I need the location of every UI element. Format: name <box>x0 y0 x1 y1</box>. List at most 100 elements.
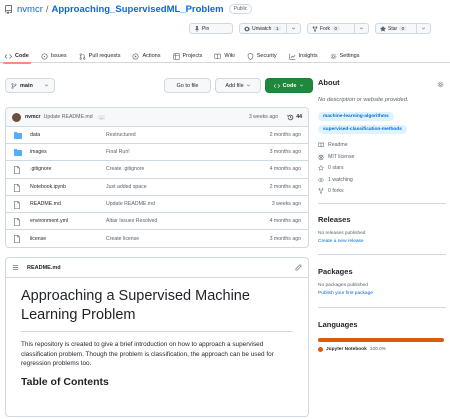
tab-wiki[interactable]: Wiki <box>214 50 235 63</box>
repo-tabs: Code Issues Pull requests Actions Projec… <box>0 50 450 64</box>
add-file-button[interactable]: Add file <box>215 78 261 93</box>
code-toolbar: main Go to file Add file Code <box>5 78 313 95</box>
repo-title: nvmcr / Approaching_SupervisedML_Problem… <box>4 2 253 16</box>
meta-label: 1 watching <box>328 176 353 183</box>
tab-pull-requests[interactable]: Pull requests <box>79 50 121 63</box>
unwatch-button[interactable]: Unwatch 1 <box>239 23 301 34</box>
tab-wiki-label: Wiki <box>224 53 235 59</box>
fork-button[interactable]: Fork 0 <box>307 23 369 34</box>
pull-request-icon <box>79 52 86 60</box>
law-icon <box>318 154 324 160</box>
tab-code[interactable]: Code <box>3 50 31 64</box>
topic-tag[interactable]: supervised-classification-methods <box>318 125 407 134</box>
language-name: Jupyter Notebook <box>326 347 367 352</box>
commit-message[interactable]: Update README.md <box>44 114 93 120</box>
file-row[interactable]: environment.yml Altair Issues Resolved 4… <box>6 213 308 231</box>
unwatch-dropdown[interactable] <box>286 24 300 33</box>
fork-label: Fork <box>320 25 330 32</box>
gear-icon[interactable] <box>437 81 444 88</box>
pin-button[interactable]: Pin <box>189 23 233 34</box>
file-commit-time: 2 months ago <box>269 132 301 139</box>
file-row[interactable]: README.md Update README.md 3 weeks ago <box>6 196 308 213</box>
repo-icon <box>4 4 13 14</box>
language-color-dot <box>318 347 323 352</box>
tab-settings[interactable]: Settings <box>330 50 360 63</box>
repo-header: nvmcr / Approaching_SupervisedML_Problem… <box>0 0 450 44</box>
folder-icon <box>14 149 22 157</box>
packages-section: Packages No packages published Publish y… <box>318 267 446 296</box>
repo-owner-link[interactable]: nvmcr <box>17 4 43 15</box>
tab-issues-label: Issues <box>50 53 67 59</box>
file-icon <box>14 166 20 175</box>
file-commit-message[interactable]: Update README.md <box>106 201 155 207</box>
tab-code-label: Code <box>15 53 29 59</box>
gear-icon <box>330 53 337 60</box>
pin-label: Pin <box>202 25 210 32</box>
table-icon <box>172 52 180 60</box>
file-row[interactable]: images Final Run! 3 months ago <box>6 144 308 162</box>
file-row[interactable]: .gitignore Create .gitignore 4 months ag… <box>6 161 308 179</box>
tab-projects[interactable]: Projects <box>172 50 202 63</box>
sidebar-divider <box>318 203 446 204</box>
list-icon[interactable] <box>12 264 19 271</box>
file-row[interactable]: data Restructured 2 months ago <box>6 127 308 145</box>
meta-label: 0 forks <box>328 188 344 194</box>
avatar[interactable] <box>12 112 21 122</box>
license-link[interactable]: MIT license <box>318 154 446 160</box>
tab-pull-requests-label: Pull requests <box>88 53 121 59</box>
meta-label: MIT license <box>328 153 355 160</box>
file-commit-message[interactable]: Just added space <box>106 184 147 190</box>
file-row[interactable]: Notebook.ipynb Just added space 2 months… <box>6 179 308 196</box>
go-to-file-button[interactable]: Go to file <box>164 78 211 93</box>
file-commit-message[interactable]: Final Run! <box>106 149 130 155</box>
tab-issues[interactable]: Issues <box>41 50 67 63</box>
commit-expand-button[interactable]: ... <box>97 114 106 120</box>
file-name[interactable]: environment.yml <box>30 218 68 224</box>
code-icon <box>5 53 12 60</box>
file-commit-message[interactable]: Restructured <box>106 132 136 138</box>
file-commit-time: 4 months ago <box>269 218 301 225</box>
file-table: nvmcr Update README.md ... 3 weeks ago 4… <box>5 107 309 249</box>
topic-tag[interactable]: machine-learning-algorithms <box>318 112 394 121</box>
releases-empty-text: No releases published <box>318 231 366 236</box>
tab-insights[interactable]: Insights <box>288 50 318 63</box>
commit-author[interactable]: nvmcr <box>25 114 41 120</box>
file-name[interactable]: images <box>30 149 47 155</box>
star-dropdown[interactable] <box>416 24 430 33</box>
tab-settings-label: Settings <box>339 53 360 59</box>
repo-name-link[interactable]: Approaching_SupervisedML_Problem <box>52 4 224 15</box>
star-button[interactable]: Star 0 <box>375 23 431 34</box>
commit-history-link[interactable]: 44 <box>287 114 302 121</box>
pin-icon <box>194 25 200 32</box>
code-dropdown-button[interactable]: Code <box>265 78 313 93</box>
file-icon <box>14 235 20 244</box>
file-row[interactable]: license Create license 3 months ago <box>6 230 308 247</box>
tab-security[interactable]: Security <box>247 50 277 63</box>
branch-selector[interactable]: main <box>5 78 55 93</box>
tab-actions[interactable]: Actions <box>132 50 161 63</box>
file-name[interactable]: Notebook.ipynb <box>30 184 66 190</box>
releases-heading[interactable]: Releases <box>318 215 446 224</box>
book-icon <box>318 142 324 148</box>
book-icon <box>214 53 222 60</box>
file-name[interactable]: README.md <box>30 201 61 207</box>
language-item[interactable]: Jupyter Notebook 100.0% <box>318 347 446 352</box>
file-name[interactable]: .gitignore <box>30 166 51 172</box>
packages-heading[interactable]: Packages <box>318 267 446 276</box>
fork-dropdown[interactable] <box>354 24 368 33</box>
watchers-link[interactable]: 1 watching <box>318 177 446 183</box>
publish-package-link[interactable]: Publish your first package <box>318 291 446 296</box>
readme-link[interactable]: Readme <box>318 142 446 148</box>
code-button-label: Code <box>282 82 297 89</box>
file-commit-message[interactable]: Create .gitignore <box>106 166 144 172</box>
pencil-icon[interactable] <box>295 264 302 271</box>
forks-link[interactable]: 0 forks <box>318 188 446 194</box>
fork-icon <box>318 188 324 194</box>
chevron-down-icon <box>359 26 364 31</box>
file-commit-message[interactable]: Altair Issues Resolved <box>106 218 157 224</box>
file-name[interactable]: data <box>30 132 40 138</box>
create-release-link[interactable]: Create a new release <box>318 239 446 244</box>
file-name[interactable]: license <box>30 236 46 242</box>
file-commit-message[interactable]: Create license <box>106 236 139 242</box>
stars-link[interactable]: 0 stars <box>318 165 446 171</box>
